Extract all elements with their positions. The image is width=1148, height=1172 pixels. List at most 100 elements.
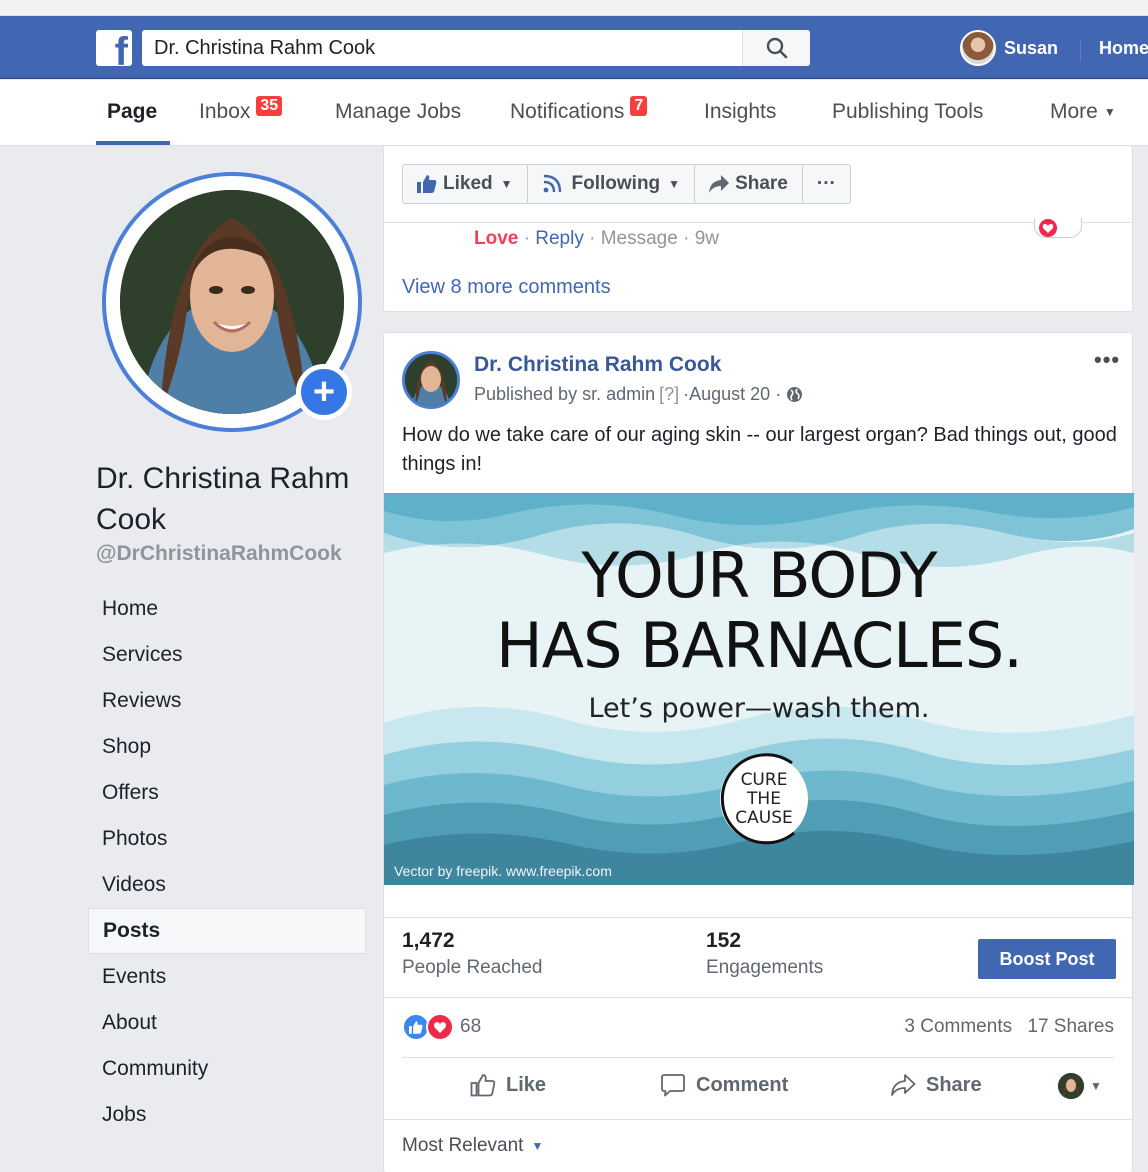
comment-bubble-icon [661, 1074, 685, 1097]
caret-down-icon: ▼ [500, 177, 513, 191]
comments-count-link[interactable]: 3 Comments [904, 1016, 1012, 1037]
help-link[interactable]: [?] [659, 384, 679, 405]
comment-button[interactable]: Comment [660, 1073, 788, 1097]
post-as-selector[interactable]: ▼ [1058, 1073, 1102, 1099]
post-date[interactable]: August 20 [689, 384, 770, 405]
boost-post-button[interactable]: Boost Post [978, 939, 1116, 979]
divider [384, 997, 1132, 998]
sidebar-item-shop[interactable]: Shop [88, 724, 366, 770]
notifications-count-badge: 7 [630, 96, 648, 116]
post-author-avatar[interactable] [402, 351, 460, 409]
tab-insights[interactable]: Insights [704, 100, 776, 124]
sidebar-item-offers[interactable]: Offers [88, 770, 366, 816]
page-action-bar: Liked ▼ Following ▼ Share ··· [402, 164, 851, 204]
browser-strip [0, 0, 1148, 16]
sidebar-item-reviews[interactable]: Reviews [88, 678, 366, 724]
divider [384, 1119, 1132, 1120]
shares-count-link[interactable]: 17 Shares [1027, 1016, 1114, 1037]
user-name: Susan [1004, 37, 1059, 58]
share-label: Share [926, 1073, 982, 1096]
reactions-summary[interactable]: 68 [402, 1013, 481, 1041]
image-headline-line1: YOUR BODY [581, 539, 938, 612]
page-navigation-tabs: Page Inbox 35 Manage Jobs Notifications 7 … [0, 80, 1148, 146]
sidebar-item-services[interactable]: Services [88, 632, 366, 678]
tab-publishing-tools[interactable]: Publishing Tools [832, 100, 983, 124]
people-reached-stat[interactable]: 1,472 People Reached [402, 929, 543, 979]
post-options-button[interactable]: ••• [1094, 347, 1120, 373]
facebook-logo-icon[interactable]: f [96, 30, 132, 66]
share-page-button[interactable]: Share [695, 165, 803, 203]
people-reached-count: 1,472 [402, 929, 455, 952]
tab-more[interactable]: More ▼ [1050, 100, 1116, 124]
published-by: Published by sr. admin [474, 384, 656, 404]
user-profile-link[interactable]: Susan [960, 30, 1058, 66]
logo-arc-icon [720, 753, 795, 845]
following-label: Following [571, 173, 661, 194]
tab-inbox[interactable]: Inbox 35 [199, 96, 283, 124]
nav-separator [1080, 40, 1081, 62]
caret-down-icon: ▼ [668, 177, 681, 191]
more-dots-icon: ··· [816, 173, 836, 194]
love-reaction-icon [426, 1013, 454, 1041]
home-link[interactable]: Home [1099, 38, 1148, 59]
plus-icon: + [312, 371, 336, 413]
search-input[interactable] [142, 30, 742, 66]
top-navigation-bar: f Susan Home [0, 16, 1148, 79]
page-sidebar-nav: Home Services Reviews Shop Offers Photos… [88, 586, 366, 1138]
sort-label: Most Relevant [402, 1135, 524, 1156]
search-button[interactable] [742, 30, 810, 66]
caret-down-icon: ▼ [1103, 105, 1116, 119]
liked-button[interactable]: Liked ▼ [403, 165, 528, 203]
tab-notifications[interactable]: Notifications 7 [510, 96, 648, 124]
image-subline: Let’s power—wash them. [588, 693, 930, 724]
tab-label: Notifications [510, 100, 625, 123]
thumbs-up-outline-icon [470, 1074, 496, 1097]
post-message: How do we take care of our aging skin --… [402, 424, 1117, 475]
sidebar-item-about[interactable]: About [88, 1000, 366, 1046]
love-reaction-link[interactable]: Love [474, 228, 518, 249]
people-reached-label: People Reached [402, 957, 543, 978]
sidebar-item-photos[interactable]: Photos [88, 816, 366, 862]
reply-link[interactable]: Reply [535, 228, 584, 249]
tab-label: Insights [704, 100, 777, 123]
comment-actions: Love · Reply · Message · 9w [474, 228, 720, 249]
tab-label: Page [107, 100, 158, 123]
thumbs-up-icon [417, 175, 437, 193]
share-arrow-outline-icon [891, 1074, 916, 1096]
divider [402, 1057, 1114, 1058]
previous-post-card: Liked ▼ Following ▼ Share ··· Love · Reply… [383, 146, 1133, 312]
caret-down-icon: ▼ [1090, 1079, 1102, 1093]
sidebar-item-jobs[interactable]: Jobs [88, 1092, 366, 1138]
following-button[interactable]: Following ▼ [528, 165, 696, 203]
liked-label: Liked [443, 173, 493, 194]
sidebar-item-videos[interactable]: Videos [88, 862, 366, 908]
reactions-count: 68 [460, 1016, 482, 1037]
sidebar-item-home[interactable]: Home [88, 586, 366, 632]
view-more-comments-link[interactable]: View 8 more comments [402, 276, 611, 299]
sidebar-item-events[interactable]: Events [88, 954, 366, 1000]
post-image[interactable]: YOUR BODY HAS BARNACLES. Let’s power—was… [384, 493, 1134, 885]
tab-page[interactable]: Page [107, 100, 157, 124]
image-headline-line2: HAS BARNACLES. [496, 609, 1023, 682]
comment-share-counts: 3 Comments 17 Shares [904, 1016, 1114, 1038]
share-button[interactable]: Share [890, 1073, 982, 1097]
comment-reaction-bubble[interactable] [1034, 218, 1082, 238]
search-icon [766, 37, 787, 59]
message-link[interactable]: Message [601, 228, 678, 249]
globe-icon [787, 387, 803, 402]
inbox-count-badge: 35 [256, 96, 283, 116]
tab-manage-jobs[interactable]: Manage Jobs [335, 100, 461, 124]
like-button[interactable]: Like [470, 1073, 546, 1097]
page-title: Dr. Christina Rahm Cook [96, 462, 350, 536]
more-options-button[interactable]: ··· [803, 165, 850, 203]
heart-icon [1039, 218, 1057, 237]
sidebar-item-community[interactable]: Community [88, 1046, 366, 1092]
engagements-stat[interactable]: 152 Engagements [706, 929, 823, 979]
sidebar-item-posts[interactable]: Posts [88, 908, 366, 954]
comment-label: Comment [696, 1073, 789, 1096]
post-author-name[interactable]: Dr. Christina Rahm Cook [474, 353, 721, 377]
tab-label: Manage Jobs [335, 100, 462, 123]
comment-sort-dropdown[interactable]: Most Relevant ▼ [402, 1135, 543, 1157]
page-username[interactable]: @DrChristinaRahmCook [96, 542, 342, 566]
add-profile-photo-button[interactable]: + [296, 364, 352, 420]
